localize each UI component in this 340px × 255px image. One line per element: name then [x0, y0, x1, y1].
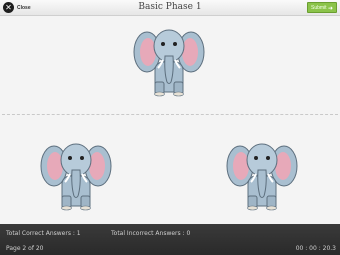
- incorrect-count: Total Incorrect Answers : 0: [111, 230, 191, 237]
- status-bar: Total Correct Answers : 1 Total Incorrec…: [0, 224, 340, 255]
- elephant-icon: [226, 143, 298, 211]
- elephant-icon: [133, 29, 205, 97]
- top-bar: ✕ Close Basic Phase 1 Submit ➜: [0, 0, 340, 16]
- page-title: Basic Phase 1: [138, 2, 202, 12]
- correct-count: Total Correct Answers : 1: [6, 230, 81, 237]
- timer: 00 : 00 : 20.3: [295, 245, 336, 252]
- elephant-card-left[interactable]: [40, 136, 112, 212]
- submit-button[interactable]: Submit ➜: [307, 2, 337, 13]
- answer-board: [0, 16, 340, 224]
- page-indicator: Page 2 of 20: [6, 245, 44, 252]
- arrow-right-icon: ➜: [327, 6, 333, 12]
- elephant-card-top[interactable]: [133, 22, 205, 98]
- elephant-icon: [40, 143, 112, 211]
- divider: [2, 114, 338, 115]
- submit-label: Submit: [311, 5, 327, 11]
- elephant-card-right[interactable]: [226, 136, 298, 212]
